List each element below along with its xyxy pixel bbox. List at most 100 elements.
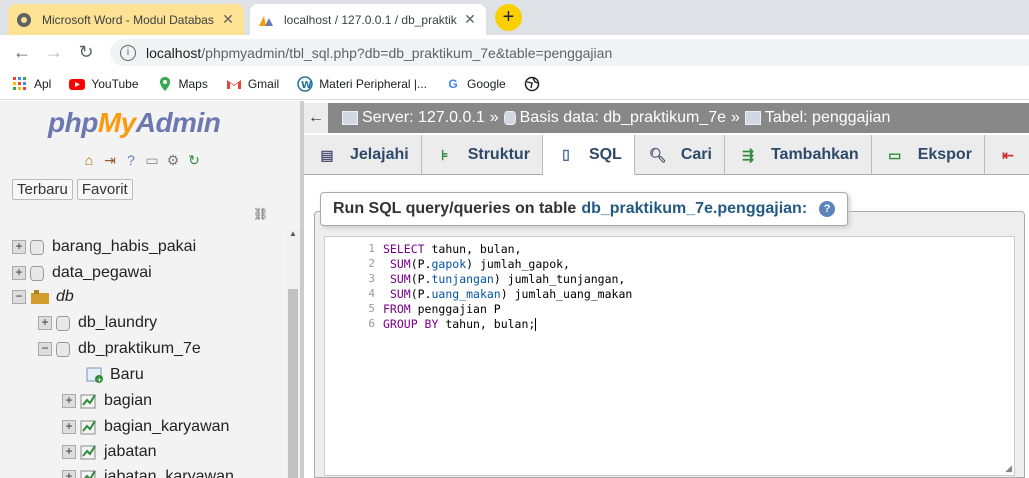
- url-host: localhost: [146, 44, 202, 61]
- sql-code[interactable]: SELECT tahun, bulan, SUM(P.gapok) jumlah…: [383, 242, 632, 332]
- line-number: 5: [368, 302, 375, 315]
- line-number: 4: [368, 287, 375, 300]
- exit-icon[interactable]: ⇥: [101, 151, 119, 169]
- sql-editor[interactable]: 1 2 3 4 5 6 SELECT tahun, bulan, SUM(P.g…: [324, 236, 1015, 476]
- tab-recent[interactable]: Terbaru: [12, 179, 73, 200]
- help-icon[interactable]: ?: [122, 151, 140, 169]
- bookmark-label: YouTube: [91, 77, 139, 91]
- tab-browse[interactable]: ▤ Jelajahi: [304, 135, 422, 175]
- expand-icon[interactable]: +: [62, 394, 76, 408]
- nav-scrollbar[interactable]: ▲: [286, 229, 300, 478]
- expand-icon[interactable]: +: [62, 470, 76, 478]
- recent-favorite-tabs: Terbaru Favorit: [12, 179, 133, 200]
- tab-word[interactable]: Microsoft Word - Modul Databas ✕: [8, 4, 244, 35]
- expand-icon[interactable]: +: [12, 266, 26, 280]
- gear-icon[interactable]: ⚙: [164, 151, 182, 169]
- resize-grip-icon[interactable]: ◢: [1005, 463, 1012, 474]
- expand-icon[interactable]: +: [62, 420, 76, 434]
- bookmark-google[interactable]: G Google: [445, 76, 505, 92]
- tree-db-barang[interactable]: + barang_habis_pakai: [12, 235, 196, 259]
- tree-db-pegawai[interactable]: + data_pegawai: [12, 261, 152, 285]
- new-tab-button[interactable]: +: [495, 4, 522, 31]
- breadcrumb-table[interactable]: Tabel: penggajian: [744, 109, 890, 127]
- collapse-nav-icon[interactable]: ←: [304, 103, 328, 133]
- bookmark-materi[interactable]: W Materi Peripheral |...: [297, 76, 427, 92]
- tab-search[interactable]: 🔍︎ Cari: [635, 135, 725, 175]
- tab-title: localhost / 127.0.0.1 / db_praktik: [284, 12, 457, 27]
- tab-import[interactable]: ⇤: [985, 135, 1029, 175]
- sql-icon: ▯: [562, 146, 570, 162]
- collapse-icon[interactable]: −: [38, 342, 52, 356]
- scrollbar-thumb[interactable]: [288, 289, 298, 478]
- bookmark-globe[interactable]: [524, 76, 546, 92]
- bookmark-gmail[interactable]: Gmail: [226, 76, 279, 92]
- insert-icon: ⇶: [742, 146, 754, 163]
- new-table-icon: +: [86, 367, 103, 383]
- tab-title: Microsoft Word - Modul Databas: [42, 12, 214, 27]
- info-icon[interactable]: i: [120, 44, 136, 61]
- bookmark-apps[interactable]: Apl: [12, 76, 51, 92]
- search-icon: 🔍︎: [648, 146, 667, 163]
- tab-structure[interactable]: ⊧ Struktur: [422, 135, 543, 175]
- breadcrumb-database[interactable]: Basis data: db_praktikum_7e: [503, 109, 726, 127]
- table-icon: [80, 445, 96, 460]
- svg-text:W: W: [301, 80, 312, 91]
- tree-table-bagian-karyawan[interactable]: + bagian_karyawan: [62, 415, 229, 439]
- tree-db-laundry[interactable]: + db_laundry: [38, 311, 157, 335]
- tree-table-jabatan-karyawan[interactable]: + jabatan_karyawan: [62, 465, 234, 478]
- breadcrumb-server[interactable]: Server: 127.0.0.1: [342, 109, 485, 127]
- address-bar[interactable]: i localhost/phpmyadmin/tbl_sql.php?db=db…: [110, 39, 1029, 66]
- tree-table-bagian[interactable]: + bagian: [62, 389, 152, 413]
- reload-icon[interactable]: ↻: [70, 42, 102, 63]
- bookmark-youtube[interactable]: YouTube: [69, 76, 139, 92]
- tree-db-praktikum[interactable]: − db_praktikum_7e: [38, 337, 201, 361]
- bookmarks-bar: Apl YouTube Maps Gmail W Materi Peripher…: [0, 69, 1029, 100]
- forward-arrow-icon[interactable]: →: [38, 42, 70, 63]
- navigation-icons: ⌂ ⇥ ? ▭ ⚙ ↻: [80, 151, 203, 169]
- export-icon: ▭: [888, 146, 902, 163]
- tab-phpmyadmin[interactable]: localhost / 127.0.0.1 / db_praktik ✕: [250, 4, 486, 35]
- tab-insert[interactable]: ⇶ Tambahkan: [725, 135, 872, 175]
- docs-icon[interactable]: ▭: [143, 151, 161, 169]
- tree-group-db[interactable]: − db: [12, 285, 74, 309]
- home-icon[interactable]: ⌂: [80, 151, 98, 169]
- expand-icon[interactable]: +: [12, 240, 26, 254]
- expand-icon[interactable]: +: [38, 316, 52, 330]
- expand-icon[interactable]: +: [62, 445, 76, 459]
- tree-table-jabatan[interactable]: + jabatan: [62, 440, 157, 464]
- tab-sql[interactable]: ▯ SQL: [542, 135, 635, 175]
- collapse-icon[interactable]: −: [12, 290, 26, 304]
- text-cursor: [535, 318, 537, 331]
- breadcrumb-separator: »: [731, 109, 740, 126]
- line-number: 3: [368, 272, 375, 285]
- bookmark-label: Apl: [34, 77, 52, 91]
- bookmark-label: Gmail: [247, 77, 280, 91]
- line-number: 6: [368, 317, 375, 330]
- link-with-main-icon[interactable]: ⛓: [253, 207, 268, 221]
- refresh-icon[interactable]: ↻: [185, 151, 203, 169]
- close-icon[interactable]: ✕: [462, 11, 478, 28]
- line-number-gutter: 1 2 3 4 5 6: [325, 237, 379, 475]
- youtube-icon: [69, 79, 86, 90]
- line-number: 1: [368, 242, 375, 255]
- url-path: /phpmyadmin/tbl_sql.php?db=db_praktikum_…: [201, 44, 613, 61]
- bookmark-maps[interactable]: Maps: [157, 76, 208, 92]
- close-icon[interactable]: ✕: [220, 11, 236, 28]
- help-icon[interactable]: ?: [819, 201, 836, 217]
- browser-tab-strip: Microsoft Word - Modul Databas ✕ localho…: [0, 0, 1029, 35]
- table-icon: [80, 470, 96, 478]
- svg-text:+: +: [97, 376, 103, 383]
- toolbar: ← → ↻ i localhost/phpmyadmin/tbl_sql.php…: [0, 35, 1029, 69]
- import-icon: ⇤: [1002, 146, 1014, 163]
- tab-favorite[interactable]: Favorit: [76, 179, 133, 200]
- tree-new-table[interactable]: + Baru: [86, 363, 144, 387]
- back-arrow-icon[interactable]: ←: [6, 42, 38, 63]
- table-icon: [80, 394, 96, 409]
- tab-export[interactable]: ▭ Ekspor: [872, 135, 985, 175]
- database-icon: [56, 341, 70, 357]
- phpmyadmin-logo[interactable]: phpMyAdmin: [48, 107, 221, 139]
- scroll-up-icon[interactable]: ▲: [289, 229, 297, 238]
- line-number: 2: [368, 257, 375, 270]
- maps-pin-icon: [159, 77, 170, 91]
- globe-icon: [524, 76, 539, 92]
